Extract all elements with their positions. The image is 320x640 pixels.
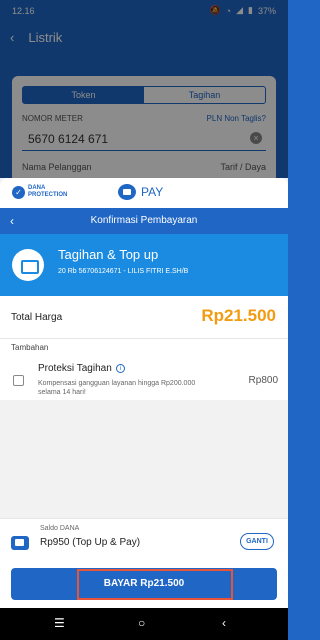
confirmation-header: ‹ Konfirmasi Pembayaran (0, 208, 288, 234)
protection-line-2: PROTECTION (28, 192, 68, 198)
confirmation-title: Konfirmasi Pembayaran (90, 215, 198, 226)
recents-icon[interactable]: ☰ (54, 616, 65, 630)
balance-row: Saldo DANA Rp950 (Top Up & Pay) GANTI (0, 518, 288, 568)
pay-button[interactable]: BAYAR Rp21.500 (11, 568, 277, 600)
extras-label: Tambahan (11, 343, 49, 352)
balance-value: Rp950 (Top Up & Pay) (40, 537, 141, 548)
system-nav-bar: ☰ ○ ‹ (0, 608, 288, 640)
extras-section: Tambahan Proteksi Tagihan i Kompensasi g… (0, 338, 288, 400)
home-icon[interactable]: ○ (138, 616, 145, 630)
shield-check-icon: ✓ (12, 185, 25, 199)
protection-description: Kompensasi gangguan layanan hingga Rp200… (38, 380, 196, 396)
total-value: Rp21.500 (201, 306, 276, 325)
protection-title: Proteksi Tagihan (38, 363, 112, 374)
bill-icon (12, 249, 44, 281)
pay-label: PAY (141, 185, 164, 199)
bill-subtitle: 20 Rb 56706124671 - LILIS FITRI E.SH/B (58, 268, 189, 275)
protection-checkbox[interactable] (13, 375, 24, 386)
back-nav-icon[interactable]: ‹ (222, 616, 226, 630)
protection-price: Rp800 (248, 375, 278, 386)
change-payment-button[interactable]: GANTI (240, 533, 274, 550)
bill-summary: Tagihan & Top up 20 Rb 56706124671 - LIL… (0, 234, 288, 296)
dana-protection-badge: ✓ DANA PROTECTION (12, 185, 67, 199)
pay-bar: BAYAR Rp21.500 (0, 568, 288, 608)
total-row: Total Harga Rp21.500 (0, 296, 288, 338)
sheet-header: ✓ DANA PROTECTION PAY (0, 178, 288, 208)
dana-pay-logo: PAY (118, 184, 163, 200)
wallet-icon (11, 536, 29, 550)
payment-sheet: ✓ DANA PROTECTION PAY ‹ Konfirmasi Pemba… (0, 178, 288, 608)
total-label: Total Harga (11, 312, 63, 323)
overlay-scrim[interactable] (0, 0, 288, 182)
balance-label: Saldo DANA (40, 525, 80, 532)
info-icon[interactable]: i (115, 364, 125, 373)
pay-button-label: BAYAR Rp21.500 (103, 578, 185, 589)
dana-wallet-icon (118, 184, 136, 200)
bill-title: Tagihan & Top up (58, 247, 159, 262)
protection-line-1: DANA (28, 185, 46, 191)
